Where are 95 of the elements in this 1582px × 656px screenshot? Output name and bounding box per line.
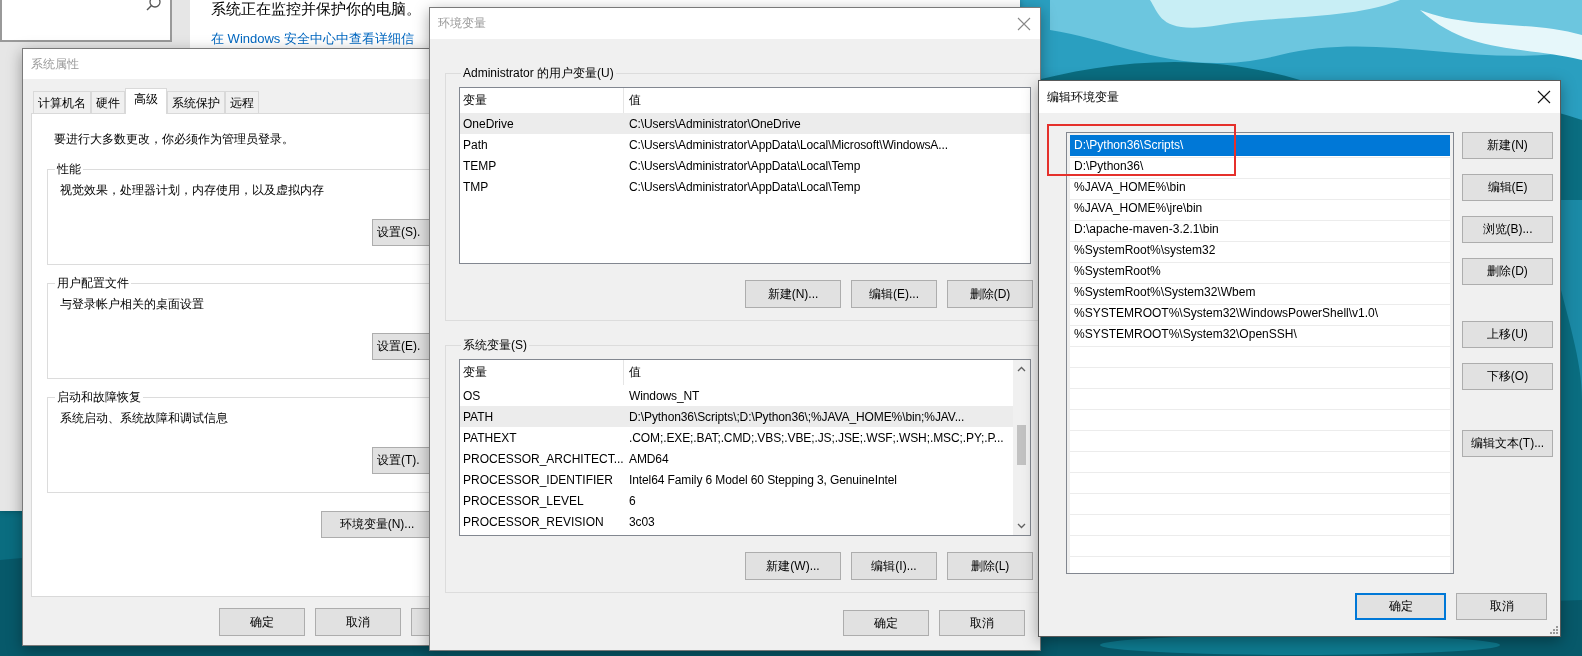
list-row[interactable]: OS Windows_NT <box>460 385 1013 406</box>
scrollbar[interactable] <box>1013 360 1030 535</box>
variable-name: PROCESSOR_IDENTIFIER <box>462 472 615 487</box>
close-icon <box>1017 16 1031 31</box>
list-row[interactable]: PROCESSOR_REVISION 3c03 <box>460 511 1013 532</box>
tab[interactable]: 远程 <box>225 91 259 113</box>
environment-variables-button[interactable]: 环境变量(N)... <box>321 511 432 538</box>
variable-value: .COM;.EXE;.BAT;.CMD;.VBS;.VBE;.JS;.JSE;.WSF;.WSH;.MSC;.PY;.P... <box>628 430 1004 445</box>
list-item[interactable]: %JAVA_HOME%\jre\bin <box>1070 198 1450 219</box>
list-button[interactable]: 新建(N)... <box>745 280 841 308</box>
list-button[interactable]: 编辑(I)... <box>851 552 937 580</box>
variable-value: C:\Users\Administrator\OneDrive <box>628 116 801 131</box>
variable-name: OS <box>462 388 482 403</box>
list-item[interactable]: %SYSTEMROOT%\System32\WindowsPowerShell\v1.0\ <box>1070 303 1450 324</box>
variable-name: OneDrive <box>462 116 515 131</box>
column-header[interactable]: 值 <box>624 360 1013 385</box>
dialog-button[interactable]: 确定 <box>219 608 305 636</box>
window-title: 系统属性 <box>31 55 79 73</box>
list-row[interactable]: PROCESSOR_IDENTIFIER Intel64 Family 6 Model 60 Stepping 3, GenuineIntel <box>460 469 1013 490</box>
list-item[interactable]: D:\Python36\Scripts\ <box>1070 135 1450 156</box>
security-center-link[interactable]: 在 Windows 安全中心中查看详细信 <box>211 30 421 48</box>
settings-button[interactable]: 设置(T). <box>372 447 432 474</box>
group-title: 性能 <box>56 161 82 178</box>
settings-button[interactable]: 设置(E). <box>372 333 432 360</box>
side-button[interactable]: 编辑(E) <box>1462 174 1553 201</box>
close-icon <box>1537 90 1551 104</box>
dialog-button[interactable]: 取消 <box>939 610 1025 636</box>
list-row[interactable]: TEMP C:\Users\Administrator\AppData\Local\Temp <box>460 155 1030 176</box>
list-button[interactable]: 新建(W)... <box>745 552 841 580</box>
side-button[interactable]: 删除(D) <box>1462 258 1553 285</box>
dialog-button[interactable]: 取消 <box>315 608 401 636</box>
variable-name: TEMP <box>462 158 498 173</box>
list-row[interactable]: PROCESSOR_ARCHITECT... AMD64 <box>460 448 1013 469</box>
list-row[interactable]: TMP C:\Users\Administrator\AppData\Local\Temp <box>460 176 1030 197</box>
search-icon <box>146 0 162 12</box>
group-title: Administrator 的用户变量(U) <box>462 65 615 82</box>
side-button[interactable]: 新建(N) <box>1462 132 1553 159</box>
variable-value: 3c03 <box>628 514 655 529</box>
side-button[interactable]: 下移(O) <box>1462 363 1553 390</box>
admin-note: 要进行大多数更改，你必须作为管理员登录。 <box>54 131 295 147</box>
variable-value: Intel64 Family 6 Model 60 Stepping 3, GenuineIntel <box>628 472 897 487</box>
list-button[interactable]: 删除(D) <box>947 280 1033 308</box>
side-button[interactable]: 编辑文本(T)... <box>1462 430 1553 457</box>
variable-value: C:\Users\Administrator\AppData\Local\Microsoft\WindowsA... <box>628 137 948 152</box>
tab[interactable]: 高级 <box>125 88 167 114</box>
group-title: 用户配置文件 <box>56 275 130 292</box>
variable-name: PROCESSOR_REVISION <box>462 514 605 529</box>
status-heading: 系统正在监控并保护你的电脑。 <box>211 0 421 18</box>
list-item[interactable]: %SYSTEMROOT%\System32\OpenSSH\ <box>1070 324 1450 345</box>
list-row[interactable]: Path C:\Users\Administrator\AppData\Local\Microsoft\WindowsA... <box>460 134 1030 155</box>
column-header[interactable]: 值 <box>624 88 1030 113</box>
window-title: 环境变量 <box>438 15 486 32</box>
group-description: 系统启动、系统故障和调试信息 <box>60 410 229 427</box>
list-item[interactable]: %SystemRoot%\System32\Wbem <box>1070 282 1450 303</box>
resize-grip-icon <box>1550 626 1558 634</box>
tab[interactable]: 系统保护 <box>167 91 225 113</box>
list-row[interactable]: PATH D:\Python36\Scripts\;D:\Python36\;%JAVA_HOME%\bin;%JAV... <box>460 406 1013 427</box>
variable-name: TMP <box>462 179 490 194</box>
list-item[interactable]: %JAVA_HOME%\bin <box>1070 177 1450 198</box>
variable-value: C:\Users\Administrator\AppData\Local\Temp <box>628 179 861 194</box>
list-item[interactable]: %SystemRoot%\system32 <box>1070 240 1450 261</box>
tab[interactable]: 计算机名 <box>33 91 91 113</box>
list-row[interactable]: PATHEXT .COM;.EXE;.BAT;.CMD;.VBS;.VBE;.JS;.JSE;.WSF;.WSH;.MSC;.PY;.P... <box>460 427 1013 448</box>
settings-button[interactable]: 设置(S). <box>372 219 432 246</box>
variable-name: Path <box>462 137 489 152</box>
variable-name: PATHEXT <box>462 430 518 445</box>
list-row[interactable]: PROCESSOR_LEVEL 6 <box>460 490 1013 511</box>
group-description: 与登录帐户相关的桌面设置 <box>60 296 205 313</box>
group-description: 视觉效果，处理器计划，内存使用，以及虚拟内存 <box>60 182 325 199</box>
variable-name: PROCESSOR_LEVEL <box>462 493 585 508</box>
list-item[interactable]: %SystemRoot% <box>1070 261 1450 282</box>
side-button[interactable]: 上移(U) <box>1462 321 1553 348</box>
tab[interactable]: 硬件 <box>91 91 125 113</box>
variable-value: C:\Users\Administrator\AppData\Local\Temp <box>628 158 861 173</box>
list-item[interactable]: D:\apache-maven-3.2.1\bin <box>1070 219 1450 240</box>
window-title: 编辑环境变量 <box>1047 88 1119 106</box>
list-button[interactable]: 删除(L) <box>947 552 1033 580</box>
group-title: 启动和故障恢复 <box>56 389 142 406</box>
scrollbar-thumb[interactable] <box>1017 425 1026 465</box>
search-field[interactable] <box>0 0 172 42</box>
variable-value: Windows_NT <box>628 388 700 403</box>
variable-value: D:\Python36\Scripts\;D:\Python36\;%JAVA_HOME%\bin;%JAV... <box>628 409 965 424</box>
list-button[interactable]: 编辑(E)... <box>851 280 937 308</box>
list-row[interactable]: OneDrive C:\Users\Administrator\OneDrive <box>460 113 1030 134</box>
dialog-button[interactable]: 确定 <box>843 610 929 636</box>
side-button[interactable]: 浏览(B)... <box>1462 216 1553 243</box>
dialog-button[interactable]: 确定 <box>1355 593 1446 620</box>
group-title: 系统变量(S) <box>462 337 528 354</box>
variable-value: AMD64 <box>628 451 669 466</box>
variable-name: PROCESSOR_ARCHITECT... <box>462 451 624 466</box>
variable-name: PATH <box>462 409 495 424</box>
list-item[interactable]: D:\Python36\ <box>1070 156 1450 177</box>
column-header[interactable]: 变量 <box>460 360 624 385</box>
dialog-button[interactable]: 取消 <box>1456 593 1547 620</box>
variable-value: 6 <box>628 493 636 508</box>
